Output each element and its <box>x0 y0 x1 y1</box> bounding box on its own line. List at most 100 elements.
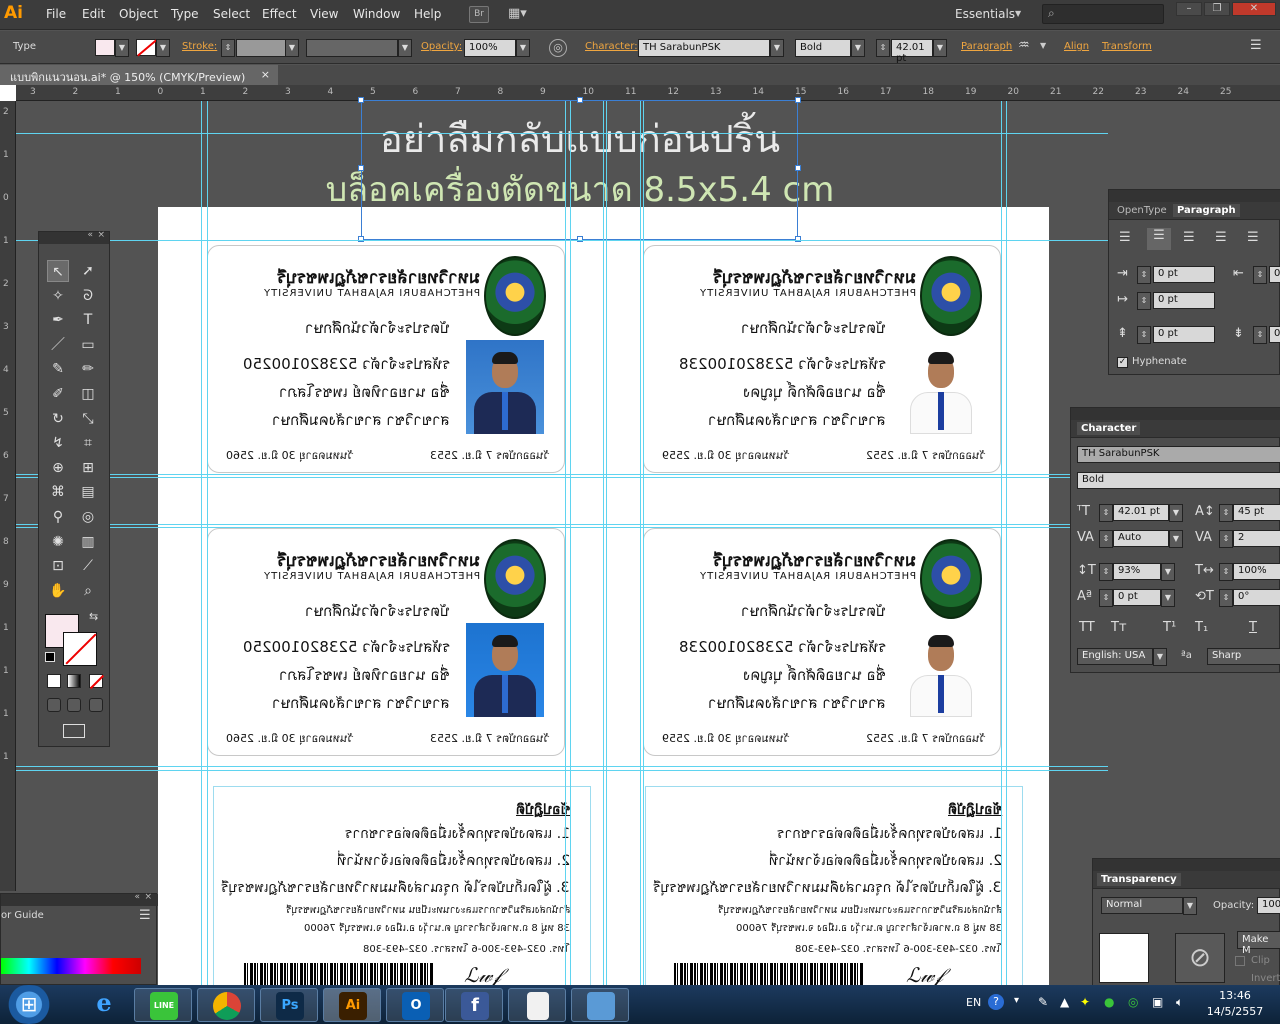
selection-tool-icon[interactable]: ↖ <box>47 260 69 282</box>
vertical-ruler[interactable]: 2 1 0 1 2 3 4 5 6 7 8 9 1 1 1 1 <box>0 101 16 891</box>
tab-transparency[interactable]: Transparency <box>1097 873 1181 886</box>
justify-all-icon[interactable]: ☰ <box>1247 230 1259 245</box>
vertical-scale-field[interactable]: 93% <box>1113 563 1161 580</box>
panel-menu-icon[interactable]: ☰ <box>139 908 151 923</box>
left-indent-stepper[interactable]: ⇕ <box>1137 266 1151 284</box>
profile-dropdown[interactable]: ▼ <box>398 39 412 57</box>
font-size-dropdown[interactable]: ▼ <box>1169 504 1183 522</box>
vertical-scale-stepper[interactable]: ⇕ <box>1099 563 1113 581</box>
paintbrush-tool-icon[interactable]: ✎ <box>47 358 69 380</box>
menu-file[interactable]: File <box>46 7 66 21</box>
menu-type[interactable]: Type <box>171 7 199 21</box>
draw-behind-icon[interactable] <box>67 698 81 712</box>
rotate-tool-icon[interactable]: ↻ <box>47 408 69 430</box>
stroke-label[interactable]: Stroke: <box>182 41 217 52</box>
align-center-icon[interactable]: ☰ <box>1147 228 1171 250</box>
draw-inside-icon[interactable] <box>89 698 103 712</box>
direct-selection-tool-icon[interactable]: ➚ <box>77 260 99 282</box>
transform-label[interactable]: Transform <box>1102 41 1152 52</box>
language-indicator[interactable]: EN <box>966 996 981 1009</box>
pen-icon[interactable]: ✎ <box>1038 995 1048 1009</box>
font-style-field[interactable]: Bold <box>795 39 851 57</box>
selection-handle[interactable] <box>358 165 364 171</box>
panel-grip[interactable]: «× <box>1 892 158 906</box>
color-mode-icon[interactable] <box>47 674 61 688</box>
minimize-button[interactable]: – <box>1176 2 1202 16</box>
symbol-sprayer-tool-icon[interactable]: ✺ <box>47 531 69 553</box>
taskbar-illustrator[interactable]: Ai <box>323 988 381 1022</box>
student-id-card[interactable]: มหาวิทยาลัยราชภัฏเพชรบุรี PHETCHABURI RAJ… <box>207 245 565 473</box>
perspective-grid-tool-icon[interactable]: ⊞ <box>77 457 99 479</box>
tools-panel-header[interactable]: «× <box>39 230 109 244</box>
baseline-shift-stepper[interactable]: ⇕ <box>1099 589 1113 607</box>
selection-handle[interactable] <box>795 97 801 103</box>
font-size-field[interactable]: 42.01 pt <box>1113 504 1169 521</box>
stroke-weight-field[interactable] <box>236 39 286 57</box>
line-tray-icon[interactable]: ● <box>1104 995 1114 1009</box>
opacity-label[interactable]: Opacity: <box>421 41 462 52</box>
font-style-dropdown[interactable]: ▼ <box>851 39 865 57</box>
ruler-guide-horizontal[interactable] <box>16 133 1108 134</box>
hyphenate-checkbox[interactable]: ✓ <box>1117 357 1128 368</box>
help-icon[interactable]: ? <box>988 994 1004 1010</box>
tab-character[interactable]: Character <box>1077 422 1141 435</box>
ruler-guide-horizontal[interactable] <box>16 766 1108 767</box>
ruler-guide-vertical[interactable] <box>606 101 607 985</box>
tracking-field[interactable]: 2 <box>1233 530 1280 547</box>
selection-handle[interactable] <box>358 236 364 242</box>
menu-select[interactable]: Select <box>213 7 250 21</box>
tool-icon[interactable]: ✦ <box>1080 995 1090 1009</box>
workspace-switcher[interactable]: Essentials <box>955 7 1015 21</box>
menu-edit[interactable]: Edit <box>82 7 105 21</box>
tab-opentype[interactable]: OpenType <box>1113 204 1171 217</box>
kerning-dropdown[interactable]: ▼ <box>1169 530 1183 548</box>
right-indent-stepper[interactable]: ⇕ <box>1253 266 1267 284</box>
ruler-guide-vertical[interactable] <box>201 101 202 985</box>
lasso-tool-icon[interactable]: ᘐ <box>77 285 99 307</box>
font-family-field[interactable]: TH SarabunPSK <box>1077 446 1280 463</box>
space-after-stepper[interactable]: ⇕ <box>1253 326 1267 344</box>
tray-app-icon[interactable]: ◎ <box>1128 995 1138 1009</box>
taskbar-document[interactable] <box>508 988 566 1022</box>
kerning-field[interactable]: Auto <box>1113 530 1169 547</box>
start-button[interactable]: ⊞ <box>2 985 56 1024</box>
leading-field[interactable]: 45 pt <box>1233 504 1280 521</box>
eyedropper-tool-icon[interactable]: ⚲ <box>47 506 69 528</box>
superscript-icon[interactable]: T¹ <box>1163 620 1176 635</box>
stroke-weight-dropdown[interactable]: ▼ <box>285 39 299 57</box>
envelope-warp-icon[interactable]: ♒ <box>1018 38 1030 53</box>
recolor-artwork-icon[interactable]: ◎ <box>549 39 567 57</box>
tracking-stepper[interactable]: ⇕ <box>1219 530 1233 548</box>
gradient-mode-icon[interactable] <box>67 674 81 688</box>
selection-handle[interactable] <box>358 97 364 103</box>
fill-swatch[interactable] <box>95 39 115 56</box>
font-size-stepper[interactable]: ⇕ <box>1099 504 1113 522</box>
search-input[interactable]: ⌕ <box>1042 4 1164 24</box>
draw-normal-icon[interactable] <box>47 698 61 712</box>
rectangle-tool-icon[interactable]: ▭ <box>77 334 99 356</box>
underline-icon[interactable]: T <box>1249 620 1257 635</box>
stroke-weight-stepper[interactable]: ⇕ <box>221 39 235 57</box>
font-size-dropdown[interactable]: ▼ <box>933 39 947 57</box>
menu-view[interactable]: View <box>310 7 338 21</box>
stroke-dropdown[interactable]: ▼ <box>156 39 170 57</box>
mesh-tool-icon[interactable]: ⌘ <box>47 481 69 503</box>
selection-handle[interactable] <box>577 97 583 103</box>
menu-effect[interactable]: Effect <box>262 7 297 21</box>
ruler-guide-vertical[interactable] <box>207 101 208 985</box>
pen-tool-icon[interactable]: ✒ <box>47 309 69 331</box>
space-before-field[interactable]: 0 pt <box>1153 326 1215 343</box>
selection-bounding-box[interactable] <box>361 100 798 240</box>
small-caps-icon[interactable]: Tт <box>1111 620 1127 635</box>
system-clock[interactable]: 13:46 14/5/2557 <box>1200 988 1270 1020</box>
hand-tool-icon[interactable]: ✋ <box>47 580 69 602</box>
free-transform-tool-icon[interactable]: ⌗ <box>77 432 99 454</box>
show-hidden-icons[interactable]: ▲ <box>1060 995 1069 1009</box>
horizontal-scale-field[interactable]: 100% <box>1233 563 1280 580</box>
font-style-field[interactable]: Bold <box>1077 472 1280 489</box>
student-id-card[interactable]: มหาวิทยาลัยราชภัฏเพชรบุรี PHETCHABURI RAJ… <box>643 245 1001 473</box>
chevron-down-icon[interactable]: ▾ <box>1014 995 1019 1006</box>
network-icon[interactable]: ▣ <box>1152 995 1163 1009</box>
character-rotation-stepper[interactable]: ⇕ <box>1219 589 1233 607</box>
opacity-field[interactable]: 100% <box>1257 897 1280 914</box>
